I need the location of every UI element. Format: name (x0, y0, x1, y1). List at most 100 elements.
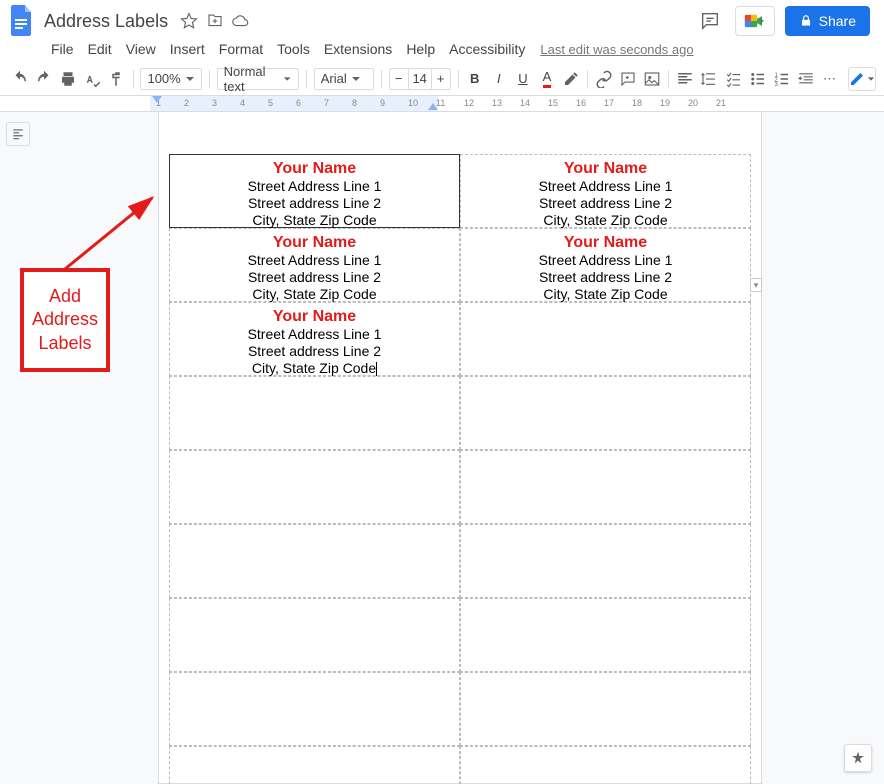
font-size-minus[interactable]: − (390, 71, 408, 86)
label-name: Your Name (461, 233, 750, 252)
label-line: Street address Line 2 (170, 269, 459, 286)
menu-accessibility[interactable]: Accessibility (442, 38, 532, 60)
label-line: Street address Line 2 (170, 195, 459, 212)
label-cell[interactable] (460, 598, 751, 672)
explore-button[interactable] (844, 744, 872, 772)
insert-image-button[interactable] (641, 67, 663, 91)
label-cell[interactable] (169, 524, 460, 598)
ruler-tick: 13 (492, 98, 502, 108)
text-color-button[interactable]: A (536, 67, 558, 91)
undo-button[interactable] (9, 67, 31, 91)
label-cell[interactable]: Your NameStreet Address Line 1Street add… (460, 154, 751, 228)
zoom-dropdown[interactable]: 100% (140, 68, 201, 90)
paint-format-button[interactable] (105, 67, 127, 91)
bullet-list-button[interactable] (747, 67, 769, 91)
share-button-label: Share (819, 13, 856, 29)
ruler-tick: 7 (324, 98, 329, 108)
menu-tools[interactable]: Tools (270, 38, 317, 60)
label-cell[interactable] (460, 450, 751, 524)
label-cell[interactable]: Your NameStreet Address Line 1Street add… (169, 302, 460, 376)
meet-button[interactable] (735, 6, 775, 36)
horizontal-ruler[interactable]: 123456789101112131415161718192021 (0, 96, 884, 112)
label-cell[interactable] (169, 450, 460, 524)
outline-toggle-button[interactable] (6, 122, 30, 146)
menu-help[interactable]: Help (399, 38, 442, 60)
label-cell[interactable] (460, 524, 751, 598)
label-cell[interactable] (169, 376, 460, 450)
ruler-tick: 9 (380, 98, 385, 108)
label-line: Street address Line 2 (461, 269, 750, 286)
table-handle-icon[interactable]: ▾ (750, 278, 762, 292)
star-icon[interactable] (179, 11, 199, 31)
print-button[interactable] (57, 67, 79, 91)
redo-button[interactable] (33, 67, 55, 91)
label-cell[interactable] (460, 376, 751, 450)
bold-button[interactable]: B (464, 67, 486, 91)
more-toolbar-button[interactable]: ⋯ (819, 67, 841, 91)
label-cell[interactable] (169, 672, 460, 746)
editing-mode-button[interactable] (848, 67, 876, 91)
label-line: Street Address Line 1 (461, 252, 750, 269)
label-line: City, State Zip Code (461, 286, 750, 303)
align-button[interactable] (674, 67, 696, 91)
label-cell[interactable]: Your NameStreet Address Line 1Street add… (460, 228, 751, 302)
menu-view[interactable]: View (119, 38, 163, 60)
underline-button[interactable]: U (512, 67, 534, 91)
label-line: Street Address Line 1 (170, 252, 459, 269)
label-name: Your Name (170, 307, 459, 326)
font-size-value[interactable]: 14 (408, 69, 432, 89)
ruler-tick: 12 (464, 98, 474, 108)
document-page[interactable]: Your NameStreet Address Line 1Street add… (158, 112, 762, 784)
menu-edit[interactable]: Edit (81, 38, 119, 60)
label-name: Your Name (461, 159, 750, 178)
font-dropdown[interactable]: Arial (314, 68, 374, 90)
docs-logo[interactable] (8, 3, 36, 39)
checklist-button[interactable] (723, 67, 745, 91)
label-cell[interactable] (169, 598, 460, 672)
ruler-tick: 4 (240, 98, 245, 108)
share-button[interactable]: Share (785, 6, 870, 36)
label-cell[interactable] (460, 746, 751, 784)
cloud-status-icon[interactable] (231, 11, 251, 31)
ruler-tick: 15 (548, 98, 558, 108)
numbered-list-button[interactable]: 123 (771, 67, 793, 91)
indent-decrease-button[interactable] (795, 67, 817, 91)
menu-extensions[interactable]: Extensions (317, 38, 399, 60)
annotation-callout: Add Address Labels (20, 268, 110, 372)
label-line: Street Address Line 1 (170, 326, 459, 343)
menu-insert[interactable]: Insert (163, 38, 212, 60)
ruler-tick: 5 (268, 98, 273, 108)
spellcheck-button[interactable] (81, 67, 103, 91)
label-cell[interactable]: Your NameStreet Address Line 1Street add… (169, 228, 460, 302)
menu-format[interactable]: Format (212, 38, 270, 60)
insert-link-button[interactable] (593, 67, 615, 91)
line-spacing-button[interactable] (698, 67, 720, 91)
label-cell[interactable] (169, 746, 460, 784)
ruler-tick: 17 (604, 98, 614, 108)
label-line: Street Address Line 1 (461, 178, 750, 195)
font-size-plus[interactable]: + (432, 71, 450, 86)
ruler-tick: 6 (296, 98, 301, 108)
font-size-control[interactable]: − 14 + (389, 68, 451, 90)
comment-history-icon[interactable] (697, 8, 723, 34)
label-name: Your Name (170, 159, 459, 178)
ruler-tick: 19 (660, 98, 670, 108)
last-edit-link[interactable]: Last edit was seconds ago (540, 42, 693, 57)
italic-button[interactable]: I (488, 67, 510, 91)
style-dropdown[interactable]: Normal text (217, 68, 299, 90)
ruler-tick: 18 (632, 98, 642, 108)
svg-text:3: 3 (774, 81, 778, 87)
label-cell[interactable] (460, 302, 751, 376)
move-icon[interactable] (205, 11, 225, 31)
highlight-button[interactable] (560, 67, 582, 91)
label-line: Street address Line 2 (170, 343, 459, 360)
label-cell[interactable]: Your NameStreet Address Line 1Street add… (169, 154, 460, 228)
ruler-tick: 8 (352, 98, 357, 108)
label-line: Street address Line 2 (461, 195, 750, 212)
label-cell[interactable] (460, 672, 751, 746)
menu-file[interactable]: File (44, 38, 81, 60)
document-title[interactable]: Address Labels (44, 11, 168, 32)
label-line: City, State Zip Code (461, 212, 750, 229)
label-line: City, State Zip Code (170, 286, 459, 303)
add-comment-button[interactable] (617, 67, 639, 91)
